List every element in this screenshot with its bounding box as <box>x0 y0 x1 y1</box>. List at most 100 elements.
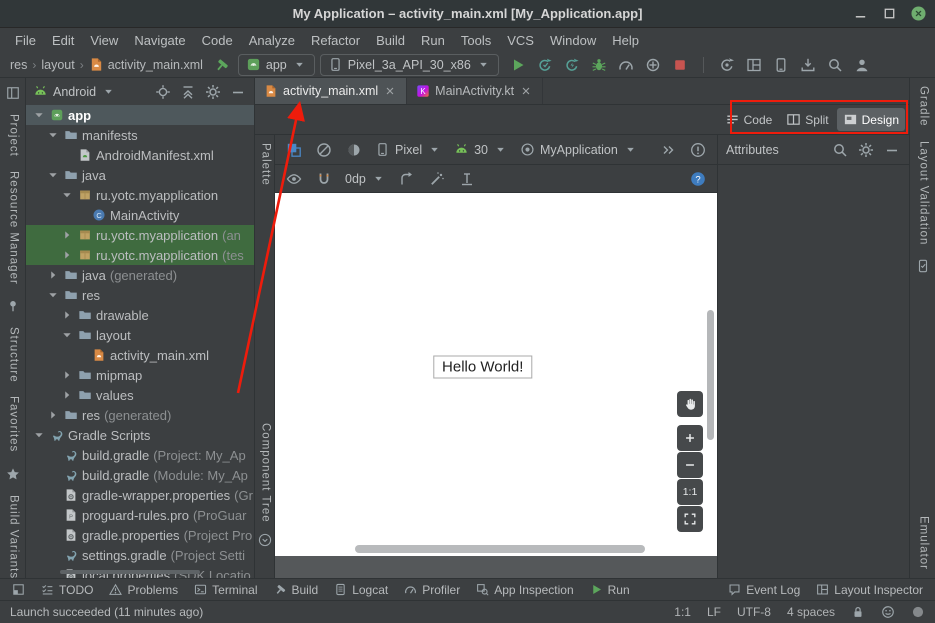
default-margin-select[interactable]: 0dp <box>343 169 388 189</box>
toolwindow-run[interactable]: Run <box>582 579 638 600</box>
toolstripe-structure[interactable]: Structure <box>7 327 19 383</box>
toolstripe-gradle[interactable]: Gradle <box>917 86 929 127</box>
blueprint-off-button[interactable] <box>313 139 335 161</box>
menu-vcs[interactable]: VCS <box>500 31 541 50</box>
tree-item-build-gradle-module-my-ap[interactable]: build.gradle(Module: My_Ap <box>26 465 254 485</box>
tree-item-res-generated[interactable]: res(generated) <box>26 405 254 425</box>
tree-item-activity-main-xml[interactable]: activity_main.xml <box>26 345 254 365</box>
toolwindow-layout-inspector[interactable]: Layout Inspector <box>808 579 931 600</box>
sync-gradle-button[interactable] <box>716 54 738 76</box>
gear-button[interactable] <box>857 141 875 159</box>
tree-item-build-gradle-project-my-ap[interactable]: build.gradle(Project: My_Ap <box>26 445 254 465</box>
collapse-all-button[interactable] <box>179 83 197 101</box>
menu-edit[interactable]: Edit <box>45 31 81 50</box>
tree-item-gradle-scripts[interactable]: Gradle Scripts <box>26 425 254 445</box>
close-x-icon[interactable] <box>383 84 397 98</box>
apply-code-changes-button[interactable] <box>561 54 583 76</box>
eye-button[interactable] <box>283 168 305 190</box>
tree-item-settings-gradle-project-setti[interactable]: settings.gradle(Project Setti <box>26 545 254 565</box>
toolstripe-favorites[interactable]: Favorites <box>7 396 19 452</box>
toolwindow-build[interactable]: Build <box>266 579 327 600</box>
tree-item-manifests[interactable]: manifests <box>26 125 254 145</box>
menu-run[interactable]: Run <box>414 31 452 50</box>
zoom-reset-button[interactable]: 1:1 <box>677 479 703 505</box>
menu-analyze[interactable]: Analyze <box>242 31 302 50</box>
tree-item-proguard-rules-pro-proguar[interactable]: Pproguard-rules.pro(ProGuar <box>26 505 254 525</box>
menu-refactor[interactable]: Refactor <box>304 31 367 50</box>
wand-button[interactable] <box>426 168 448 190</box>
tree-item-mipmap[interactable]: mipmap <box>26 365 254 385</box>
design-surface-button[interactable] <box>283 139 305 161</box>
menu-navigate[interactable]: Navigate <box>127 31 192 50</box>
project-horizontal-scrollbar[interactable] <box>60 570 200 574</box>
breadcrumb-res[interactable]: res <box>10 58 27 72</box>
tree-item-androidmanifest-xml[interactable]: AndroidManifest.xml <box>26 145 254 165</box>
tree-item-ru-yotc-myapplication-an[interactable]: ru.yotc.myapplication(an <box>26 225 254 245</box>
editor-tab-activity-main-xml[interactable]: activity_main.xml <box>255 78 407 104</box>
tree-item-gradle-properties-project-pro[interactable]: gradle.properties(Project Pro <box>26 525 254 545</box>
editor-tab-mainactivity-kt[interactable]: KMainActivity.kt <box>407 78 543 104</box>
constraint-arrow-button[interactable] <box>396 168 418 190</box>
attach-debugger-button[interactable] <box>642 54 664 76</box>
run-button[interactable] <box>507 54 529 76</box>
menu-file[interactable]: File <box>8 31 43 50</box>
avatar-button[interactable] <box>851 54 873 76</box>
tree-item-res[interactable]: res <box>26 285 254 305</box>
toolstripe-resource-manager[interactable]: Resource Manager <box>7 171 19 285</box>
menu-code[interactable]: Code <box>195 31 240 50</box>
project-view-select[interactable]: Android <box>33 84 116 99</box>
tree-item-app[interactable]: app <box>26 105 254 125</box>
search-button[interactable] <box>831 141 849 159</box>
tree-item-gradle-wrapper-properties-gr[interactable]: gradle-wrapper.properties(Gr <box>26 485 254 505</box>
status-circle-button[interactable] <box>911 605 925 619</box>
toolwindow-profiler[interactable]: Profiler <box>396 579 468 600</box>
close-x-icon[interactable] <box>519 84 533 98</box>
design-vertical-scrollbar[interactable] <box>707 310 714 440</box>
design-canvas[interactable]: Hello World! 1:1 <box>275 193 717 556</box>
build-project-button[interactable] <box>211 54 233 76</box>
hide-button[interactable] <box>229 83 247 101</box>
zoom-out-button[interactable] <box>677 452 703 478</box>
toolwindow-app-inspection[interactable]: App Inspection <box>468 579 581 600</box>
api-level-select[interactable]: 30 <box>452 140 510 160</box>
toolwindow-problems[interactable]: Problems <box>101 579 186 600</box>
text-baseline-button[interactable] <box>456 168 478 190</box>
toolstripe-layout-validation[interactable]: Layout Validation <box>917 141 929 245</box>
toolwindow-event-log[interactable]: Event Log <box>720 579 808 600</box>
breadcrumb-layout[interactable]: layout <box>41 58 74 72</box>
hide-button[interactable] <box>883 141 901 159</box>
layout-inspector-button[interactable] <box>743 54 765 76</box>
design-device-select[interactable]: Pixel <box>373 140 444 160</box>
tree-item-layout[interactable]: layout <box>26 325 254 345</box>
status-utf-8[interactable]: UTF-8 <box>737 605 771 619</box>
zoom-fit-button[interactable] <box>677 506 703 532</box>
toolwindow-tool-windows[interactable] <box>4 579 33 600</box>
magnet-button[interactable] <box>313 168 335 190</box>
more-button[interactable] <box>657 139 679 161</box>
night-mode-button[interactable] <box>343 139 365 161</box>
mode-code-button[interactable]: Code <box>719 108 779 131</box>
design-horizontal-scrollbar[interactable] <box>355 545 645 553</box>
window-maximize-button[interactable] <box>881 5 898 22</box>
window-close-button[interactable] <box>910 5 927 22</box>
profiler-button[interactable] <box>615 54 637 76</box>
window-minimize-button[interactable] <box>852 5 869 22</box>
status-1-1[interactable]: 1:1 <box>674 605 691 619</box>
tree-item-java-generated[interactable]: java(generated) <box>26 265 254 285</box>
tree-item-values[interactable]: values <box>26 385 254 405</box>
toolwindow-terminal[interactable]: Terminal <box>186 579 265 600</box>
search-button[interactable] <box>824 54 846 76</box>
stop-button[interactable] <box>669 54 691 76</box>
mode-split-button[interactable]: Split <box>780 108 834 131</box>
textview-hello-world[interactable]: Hello World! <box>433 356 532 379</box>
status-4-spaces[interactable]: 4 spaces <box>787 605 835 619</box>
toolstripe-project[interactable]: Project <box>7 114 19 157</box>
mode-design-button[interactable]: Design <box>837 108 905 131</box>
breadcrumb-file[interactable]: activity_main.xml <box>89 57 203 72</box>
toolstripe-emulator[interactable]: Emulator <box>917 516 929 570</box>
menu-view[interactable]: View <box>83 31 125 50</box>
device-select[interactable]: Pixel_3a_API_30_x86 <box>320 54 499 76</box>
apply-changes-button[interactable] <box>534 54 556 76</box>
toolstripe-build-variants[interactable]: Build Variants <box>7 495 19 579</box>
menu-tools[interactable]: Tools <box>454 31 498 50</box>
